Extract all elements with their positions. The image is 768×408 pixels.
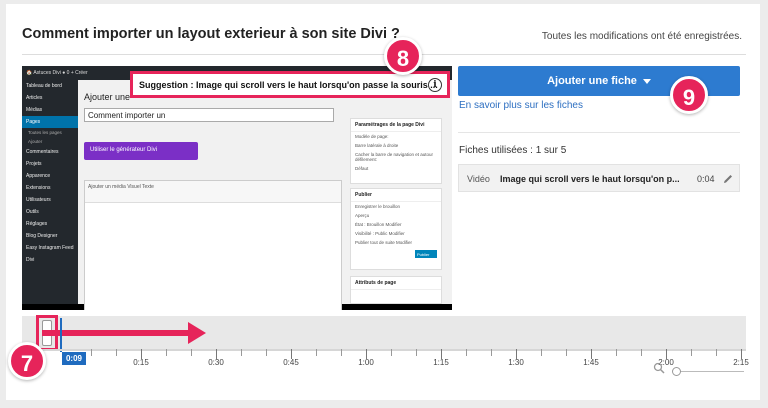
timeline-tick-label: 1:30 (508, 358, 524, 367)
wp-box-line: Aperçu (355, 213, 370, 218)
timeline-tick (241, 349, 242, 356)
wp-menu-sub: Toutes les pages (28, 130, 62, 135)
wp-box-line: Défaut (355, 166, 369, 171)
card-item[interactable]: Vidéo Image qui scroll vers le haut lors… (458, 164, 740, 192)
wp-menu-item: Outils (26, 209, 39, 215)
wp-menu-item: Utilisateurs (26, 197, 51, 203)
annotation-arrow (42, 330, 192, 336)
page-title: Comment importer un layout exterieur à s… (22, 26, 400, 42)
timeline-tick (641, 349, 642, 356)
wp-box-line: Modèle de page: (355, 134, 389, 139)
wp-menu-item: Projets (26, 161, 42, 167)
timeline-tick (316, 349, 317, 356)
timeline-tick (191, 349, 192, 356)
timeline-tick-label: 1:15 (433, 358, 449, 367)
wp-divi-button: Utiliser le générateur Divi (84, 142, 198, 160)
wp-divi-settings-box: Paramétrages de la page Divi Modèle de p… (350, 118, 442, 184)
timeline-tick-label: 1:00 (358, 358, 374, 367)
wp-heading: Ajouter une (84, 92, 131, 102)
timeline-tick (716, 349, 717, 356)
info-icon[interactable]: i (428, 78, 442, 92)
timeline-tick (616, 349, 617, 356)
timeline-tick (541, 349, 542, 356)
wp-menu-item: Blog Designer (26, 233, 58, 239)
current-time: 0:09 (62, 352, 86, 365)
timeline-tick-label: 0:15 (133, 358, 149, 367)
card-time: 0:04 (697, 174, 715, 184)
wp-box-line: Barre latérale à droite (355, 143, 399, 148)
wp-editor-toolbar: Ajouter un média Visuel Texte (85, 181, 341, 203)
timeline-tick (416, 349, 417, 356)
wp-menu-item: Réglages (26, 221, 48, 227)
wp-box-title: Publier (351, 189, 441, 202)
zoom-icon[interactable] (653, 362, 665, 374)
timeline-tick-label: 2:15 (733, 358, 749, 367)
pencil-icon[interactable] (722, 173, 734, 185)
suggestion-bar[interactable]: Suggestion : Image qui scroll vers le ha… (130, 71, 450, 98)
wp-box-line: État : Brouillon Modifier (355, 222, 402, 227)
card-title: Image qui scroll vers le haut lorsqu'on … (500, 174, 680, 184)
timeline-tick-label: 1:45 (583, 358, 599, 367)
add-card-label: Ajouter une fiche (547, 75, 637, 87)
annotation-badge-7: 7 (8, 342, 46, 380)
wp-menu-item: Médias (26, 107, 43, 113)
wp-menu-item: Divi (26, 257, 35, 263)
timeline-tick (566, 349, 567, 356)
wp-box-title: Attributs de page (351, 277, 441, 290)
wp-box-title: Paramétrages de la page Divi (351, 119, 441, 132)
video-preview[interactable]: 🏠 Astuces Divi ● 0 + Créer Tableau de bo… (22, 66, 452, 310)
cards-used-label: Fiches utilisées : 1 sur 5 (459, 145, 567, 156)
editor-page: Comment importer un layout exterieur à s… (6, 4, 760, 400)
wp-menu-sub: Ajouter (28, 139, 43, 144)
wp-menu-item: Apparence (26, 173, 51, 179)
time-ruler (22, 349, 746, 351)
playhead[interactable] (60, 318, 62, 352)
wp-attributes-box: Attributs de page (350, 276, 442, 304)
wp-title-input: Comment importer un (84, 108, 334, 122)
wp-main: Ajouter une Comment importer un Utiliser… (78, 80, 452, 310)
timeline-tick (341, 349, 342, 356)
annotation-badge-8: 8 (384, 37, 422, 75)
wp-menu-item: Extensions (26, 185, 51, 191)
timeline-tick (166, 349, 167, 356)
wp-publish-button: Publier (415, 250, 437, 258)
learn-more-link[interactable]: En savoir plus sur les fiches (459, 100, 583, 111)
timeline-tick (91, 349, 92, 356)
caret-down-icon (642, 78, 651, 84)
wp-box-line: Publier tout de suite Modifier (355, 240, 413, 245)
wp-publish-box: Publier Enregistrer le brouillon Aperçu … (350, 188, 442, 270)
timeline-tick (466, 349, 467, 356)
timeline-tick (391, 349, 392, 356)
wp-box-line: Visibilité : Public Modifier (355, 231, 405, 236)
timeline-tick (491, 349, 492, 356)
annotation-arrow-head (188, 322, 206, 344)
timeline-tick (266, 349, 267, 356)
wp-menu-item: Pages (22, 116, 78, 128)
wp-menu-item: Easy Instagram Feed (26, 245, 74, 251)
suggestion-text: Suggestion : Image qui scroll vers le ha… (139, 80, 438, 90)
wp-box-line: Enregistrer le brouillon (355, 204, 401, 209)
panel-divider (458, 132, 740, 133)
timeline-tick (116, 349, 117, 356)
wp-menu-item: Tableau de bord (26, 83, 62, 89)
wp-editor: Ajouter un média Visuel Texte (84, 180, 342, 310)
timeline-tick-label: 0:30 (208, 358, 224, 367)
zoom-slider-track[interactable] (674, 371, 744, 372)
timeline-tick-label: 0:45 (283, 358, 299, 367)
timeline-tick (691, 349, 692, 356)
zoom-slider-knob[interactable] (672, 367, 681, 376)
wp-menu-item: Articles (26, 95, 43, 101)
annotation-badge-9: 9 (670, 76, 708, 114)
wp-box-line: Cacher la barre de navigation et autour … (355, 152, 434, 162)
save-status: Toutes les modifications ont été enregis… (541, 31, 742, 42)
wp-sidebar: Tableau de bord Articles Médias Pages To… (22, 80, 78, 304)
wp-menu-item: Commentaires (26, 149, 59, 155)
card-type: Vidéo (467, 174, 490, 184)
